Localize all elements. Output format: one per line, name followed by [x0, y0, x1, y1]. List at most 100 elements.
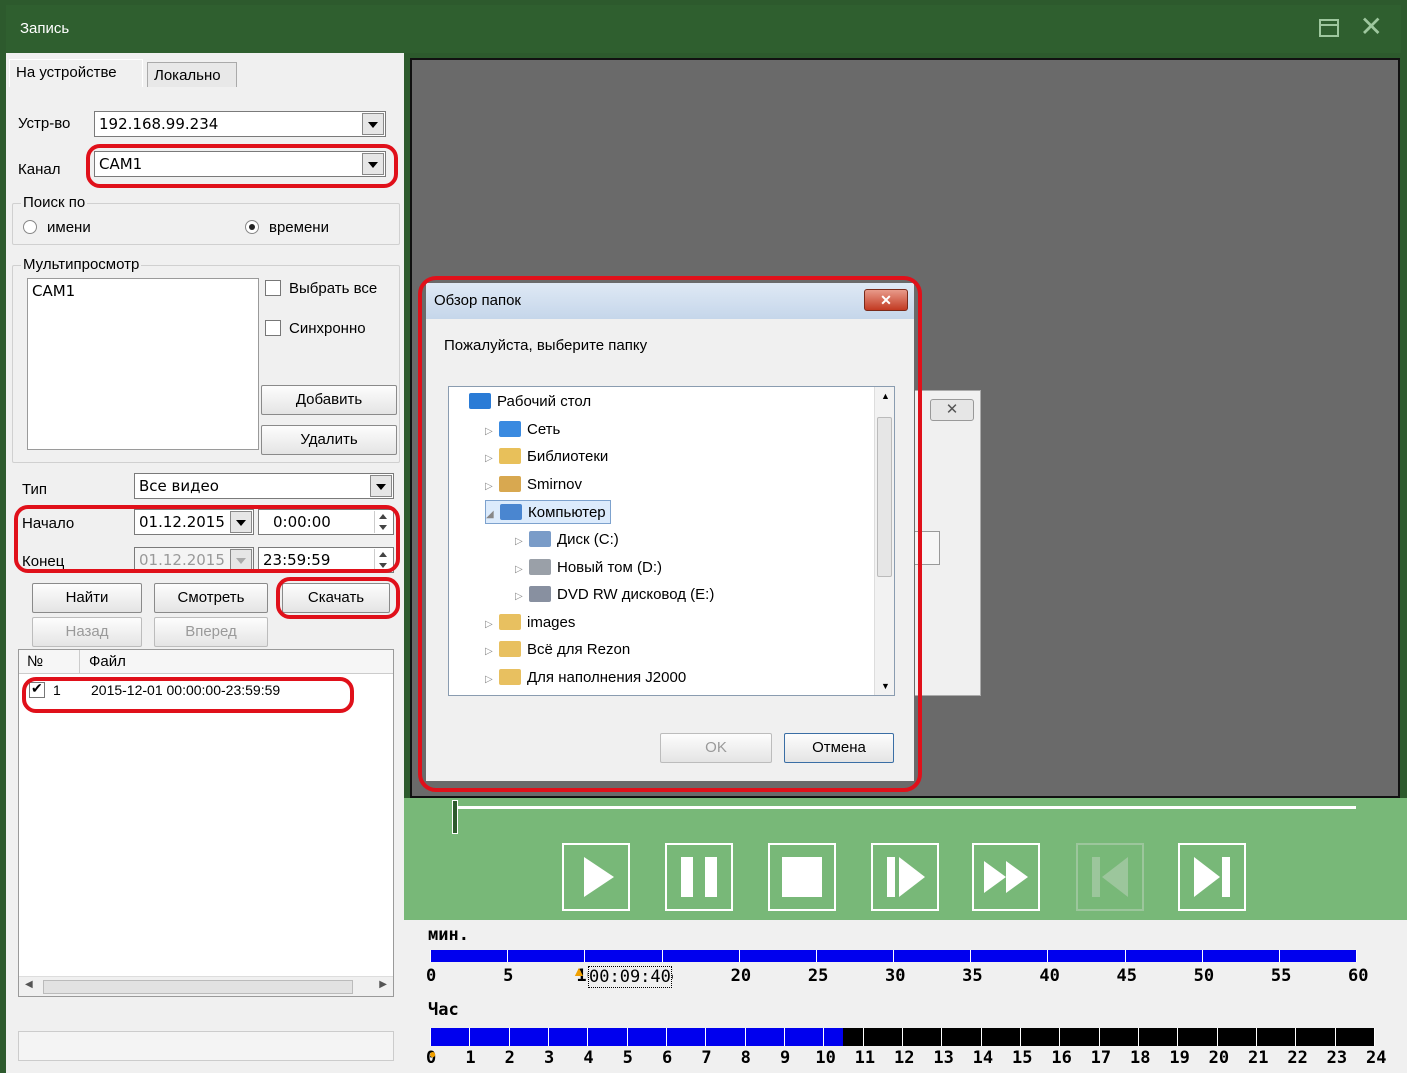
- seek-handle[interactable]: [452, 800, 458, 834]
- hour-tick-mark: [626, 1028, 628, 1046]
- previous-button[interactable]: [1076, 843, 1144, 911]
- stop-button[interactable]: [768, 843, 836, 911]
- pause-button[interactable]: [665, 843, 733, 911]
- minute-tick-mark: [1278, 950, 1280, 962]
- window-title: Запись: [20, 20, 70, 37]
- find-button[interactable]: Найти: [32, 583, 142, 613]
- select-all-checkbox[interactable]: [265, 280, 281, 296]
- play-button[interactable]: [562, 843, 630, 911]
- hour-tick-label: 21: [1248, 1048, 1269, 1068]
- select-all-label: Выбрать все: [289, 280, 378, 297]
- hour-tick-label: 13: [933, 1048, 954, 1068]
- type-select[interactable]: Все видео: [134, 473, 394, 499]
- hour-tick-label: 12: [894, 1048, 915, 1068]
- horizontal-scrollbar[interactable]: ◀ ▶: [19, 976, 393, 996]
- tab-local[interactable]: Локально: [147, 62, 237, 87]
- type-value: Все видео: [139, 477, 219, 495]
- add-button[interactable]: Добавить: [261, 385, 397, 415]
- hour-tick-label: 7: [701, 1048, 712, 1068]
- scrollbar-thumb[interactable]: [43, 980, 353, 994]
- col-file[interactable]: Файл: [89, 653, 126, 670]
- view-button[interactable]: Смотреть: [154, 583, 268, 613]
- status-bar: [18, 1031, 394, 1061]
- back-button[interactable]: Назад: [32, 617, 142, 647]
- hour-tick-mark: [862, 1028, 864, 1046]
- restore-icon[interactable]: [1319, 19, 1339, 37]
- device-value: 192.168.99.234: [99, 115, 219, 133]
- multiview-list[interactable]: CAM1: [27, 278, 259, 450]
- hour-marker-icon: ●: [429, 1047, 437, 1061]
- hour-tick-label: 2: [504, 1048, 515, 1068]
- hours-recorded-fill: [430, 1028, 843, 1046]
- hour-tick-mark: [941, 1028, 943, 1046]
- hour-tick-mark: [666, 1028, 667, 1046]
- fast-forward-icon: [984, 861, 1028, 893]
- scroll-left-icon[interactable]: ◀: [25, 979, 33, 990]
- hour-tick-label: 18: [1130, 1048, 1151, 1068]
- left-panel: На устройстве Локально Устр-во 192.168.9…: [6, 53, 404, 1073]
- highlight-file-row: [22, 677, 354, 713]
- type-label: Тип: [22, 481, 48, 498]
- hour-tick-label: 6: [662, 1048, 673, 1068]
- playback-controls: [404, 798, 1407, 920]
- hour-tick-label: 8: [740, 1048, 751, 1068]
- minute-tick-mark: [1356, 950, 1357, 962]
- skip-next-icon: [1194, 857, 1230, 897]
- hour-tick-mark: [784, 1028, 785, 1046]
- hour-tick-label: 15: [1012, 1048, 1033, 1068]
- sync-label: Синхронно: [289, 320, 366, 337]
- minute-tick-label: 40: [1039, 966, 1060, 986]
- hour-tick-mark: [1216, 1028, 1218, 1046]
- search-by-group: Поиск по имени времени: [12, 194, 400, 245]
- radio-by-name[interactable]: [23, 220, 37, 234]
- hour-tick-mark: [1138, 1028, 1139, 1046]
- highlight-download: [276, 577, 400, 619]
- hour-tick-label: 23: [1326, 1048, 1348, 1068]
- minute-tick-label: 20: [730, 966, 752, 986]
- hour-tick-mark: [587, 1028, 589, 1046]
- hour-tick-mark: [1059, 1028, 1061, 1046]
- chevron-down-icon[interactable]: [362, 113, 384, 135]
- hour-tick-label: 17: [1090, 1048, 1112, 1068]
- play-icon: [584, 857, 614, 897]
- pause-icon: [681, 857, 717, 897]
- col-num[interactable]: №: [27, 653, 43, 670]
- chevron-down-icon[interactable]: [370, 475, 392, 497]
- hour-tick-label: 3: [544, 1048, 555, 1068]
- minute-tick-mark: [1047, 950, 1049, 962]
- current-time: 00:09:40: [588, 966, 672, 988]
- hour-tick-label: 4: [583, 1048, 594, 1068]
- highlight-dialog: [418, 276, 922, 792]
- close-icon[interactable]: ✕: [930, 399, 974, 421]
- fast-forward-button[interactable]: [972, 843, 1040, 911]
- minutes-label: мин.: [428, 925, 469, 945]
- minute-tick-mark: [738, 950, 740, 962]
- close-icon[interactable]: ✕: [1360, 13, 1383, 41]
- list-item[interactable]: CAM1: [28, 279, 258, 303]
- scroll-right-icon[interactable]: ▶: [379, 979, 387, 990]
- minute-tick-mark: [430, 950, 431, 962]
- remove-button[interactable]: Удалить: [261, 425, 397, 455]
- step-forward-icon: [887, 857, 925, 897]
- seek-track[interactable]: [456, 806, 1356, 809]
- channel-label: Канал: [18, 161, 61, 178]
- multiview-group: Мультипросмотр CAM1 Выбрать все Синхронн…: [12, 256, 400, 463]
- device-label: Устр-во: [18, 115, 71, 132]
- minute-tick-mark: [1124, 950, 1126, 962]
- hour-tick-label: 20: [1208, 1048, 1230, 1068]
- tab-on-device[interactable]: На устройстве: [9, 59, 143, 87]
- radio-by-time[interactable]: [245, 220, 259, 234]
- table-header: № Файл: [19, 650, 393, 674]
- hour-tick-label: 19: [1169, 1048, 1190, 1068]
- minute-tick-label: 25: [807, 966, 829, 986]
- device-select[interactable]: 192.168.99.234: [94, 111, 386, 137]
- minute-tick-label: 0: [426, 966, 437, 986]
- sync-checkbox[interactable]: [265, 320, 281, 336]
- step-forward-button[interactable]: [871, 843, 939, 911]
- multiview-title: Мультипросмотр: [21, 256, 142, 273]
- next-button[interactable]: [1178, 843, 1246, 911]
- forward-button[interactable]: Вперед: [154, 617, 268, 647]
- hour-tick-mark: [1177, 1028, 1179, 1046]
- hour-tick-label: 9: [780, 1048, 791, 1068]
- hour-tick-label: 11: [854, 1048, 876, 1068]
